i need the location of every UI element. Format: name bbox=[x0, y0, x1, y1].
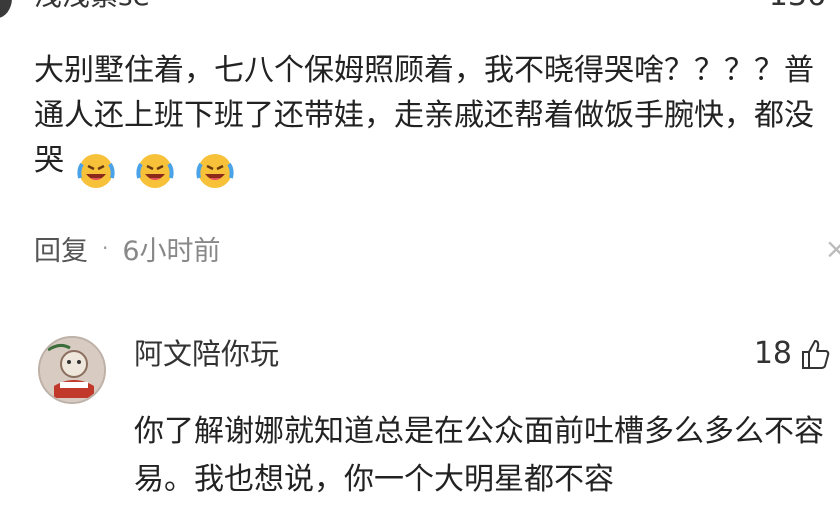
like-count: 136 bbox=[769, 0, 826, 14]
top-comment-header: 浅浅紫se 136 bbox=[0, 0, 840, 18]
comment-meta: 回复 · 6小时前 bbox=[34, 228, 221, 268]
timestamp: 6小时前 bbox=[122, 235, 221, 267]
close-icon[interactable]: × bbox=[825, 232, 840, 265]
rofl-emoji-icon bbox=[76, 153, 115, 188]
emoji-group bbox=[74, 146, 243, 191]
separator-dot: · bbox=[102, 236, 109, 260]
like-button[interactable]: 18 bbox=[754, 336, 830, 371]
rofl-emoji-icon bbox=[136, 153, 174, 188]
comment-text: 你了解谢娜就知道总是在公众面前吐槽多么多么不容易。我也想说，你一个大明星都不容 bbox=[134, 414, 824, 497]
avatar[interactable] bbox=[38, 336, 106, 404]
username[interactable]: 浅浅紫se bbox=[34, 0, 150, 14]
thumbs-up-icon[interactable] bbox=[800, 338, 830, 370]
comment-body: 大别墅住着，七八个保姆照顾着，我不晓得哭啥？？？？普通人还上班下班了还带娃，走亲… bbox=[34, 48, 834, 191]
like-count: 18 bbox=[753, 336, 792, 371]
username[interactable]: 阿文陪你玩 bbox=[134, 334, 279, 374]
avatar[interactable] bbox=[0, 0, 12, 18]
reply-button[interactable]: 回复 bbox=[34, 229, 88, 268]
avatar-image bbox=[40, 338, 104, 402]
rofl-emoji-icon bbox=[195, 153, 234, 188]
